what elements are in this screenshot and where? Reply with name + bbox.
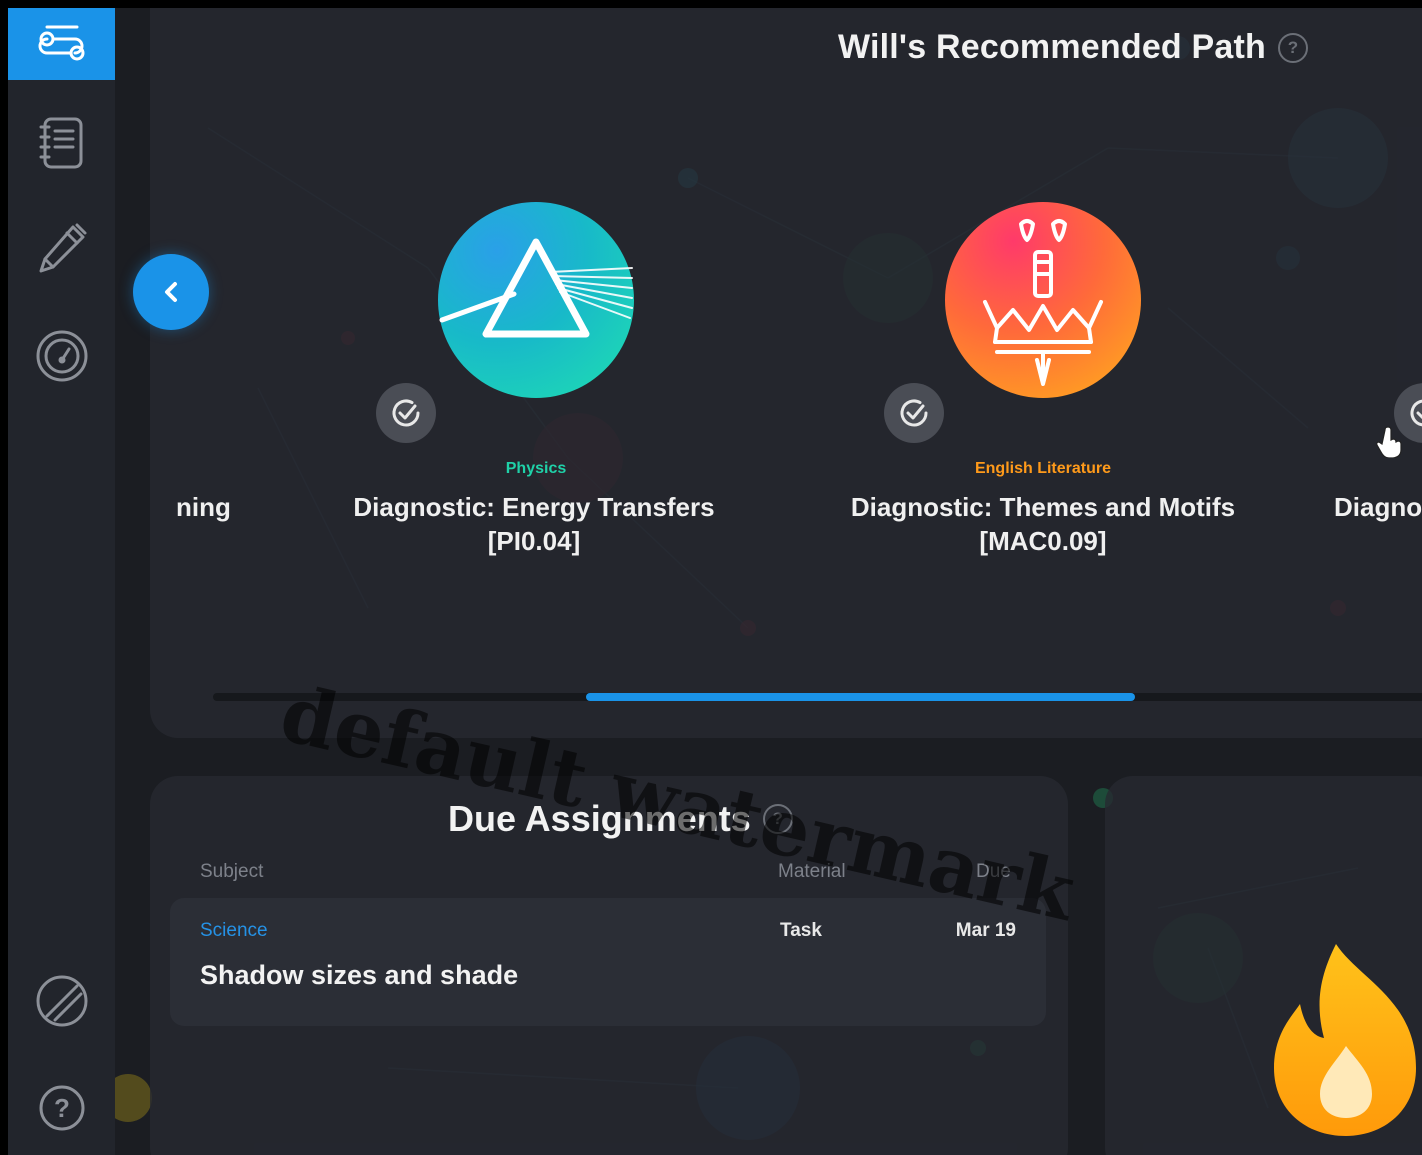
prism-icon bbox=[439, 238, 633, 338]
english-course-title-line1: Diagnostic: Themes and Motifs bbox=[850, 492, 1236, 522]
path-help-icon[interactable]: ? bbox=[1278, 32, 1309, 63]
app-frame: ? Will's Recommended Path ? ning Physics… bbox=[8, 8, 1422, 1155]
recommended-path-title: Will's Recommended Path ? bbox=[838, 28, 1309, 67]
recommended-path-panel bbox=[150, 8, 1422, 738]
english-complete-badge[interactable] bbox=[884, 383, 944, 443]
course-title-partial-left[interactable]: ning bbox=[176, 490, 231, 524]
physics-course-title-line1: Diagnostic: Energy Transfers bbox=[353, 492, 715, 522]
due-assignments-title: Due Assignments ? bbox=[448, 798, 793, 840]
due-assignments-title-text: Due Assignments bbox=[448, 798, 751, 839]
assignment-material: Task bbox=[780, 920, 822, 941]
sidebar-item-help[interactable]: ? bbox=[8, 1070, 115, 1146]
learning-path-icon bbox=[38, 25, 84, 61]
carousel-back-button[interactable] bbox=[133, 254, 209, 330]
slash-circle-icon bbox=[36, 975, 87, 1027]
assignment-due-date: Mar 19 bbox=[955, 920, 1016, 941]
english-course-title[interactable]: Diagnostic: Themes and Motifs [MAC0.09] bbox=[833, 490, 1253, 558]
notebook-icon bbox=[39, 117, 82, 169]
check-circle-icon bbox=[900, 399, 928, 427]
help-icon: ? bbox=[39, 1085, 84, 1131]
assignment-subject: Science bbox=[200, 920, 268, 941]
due-help-icon[interactable]: ? bbox=[762, 804, 793, 834]
svg-text:?: ? bbox=[54, 1093, 70, 1123]
english-course-circle[interactable] bbox=[945, 202, 1141, 398]
sidebar: ? bbox=[8, 8, 115, 1155]
sidebar-item-dashboard[interactable] bbox=[8, 318, 115, 394]
physics-course-title[interactable]: Diagnostic: Energy Transfers [PI0.04] bbox=[334, 490, 734, 558]
pencil-icon bbox=[39, 223, 86, 273]
english-course-code: [MAC0.09] bbox=[979, 526, 1107, 556]
course-title-partial-right[interactable]: Diagno bbox=[1334, 490, 1422, 524]
sidebar-item-disabled[interactable] bbox=[8, 963, 115, 1039]
sidebar-item-pencil[interactable] bbox=[8, 210, 115, 286]
crown-dagger-icon bbox=[983, 219, 1103, 386]
recommended-path-title-text: Will's Recommended Path bbox=[838, 28, 1267, 66]
hand-cursor-icon bbox=[1376, 426, 1402, 458]
sidebar-item-notebook[interactable] bbox=[8, 104, 115, 180]
assignment-name: Shadow sizes and shade bbox=[200, 960, 519, 990]
column-header-due: Due bbox=[976, 861, 1011, 882]
check-circle-icon bbox=[1410, 399, 1422, 427]
assignment-row[interactable]: Science Shadow sizes and shade Task Mar … bbox=[170, 898, 1046, 1026]
check-circle-icon bbox=[392, 399, 420, 427]
carousel-progress-fill[interactable] bbox=[586, 693, 1135, 701]
physics-course-circle[interactable] bbox=[438, 202, 634, 398]
sidebar-item-learning-path[interactable] bbox=[8, 8, 115, 80]
english-subject-label: English Literature bbox=[974, 460, 1112, 477]
physics-subject-label: Physics bbox=[505, 460, 567, 477]
physics-complete-badge[interactable] bbox=[376, 383, 436, 443]
speedometer-icon bbox=[36, 330, 87, 382]
column-header-subject: Subject bbox=[200, 861, 264, 882]
column-header-material: Material bbox=[778, 861, 846, 882]
fire-streak-icon bbox=[1274, 944, 1416, 1136]
chevron-left-icon bbox=[165, 282, 177, 302]
physics-course-code: [PI0.04] bbox=[487, 526, 581, 556]
